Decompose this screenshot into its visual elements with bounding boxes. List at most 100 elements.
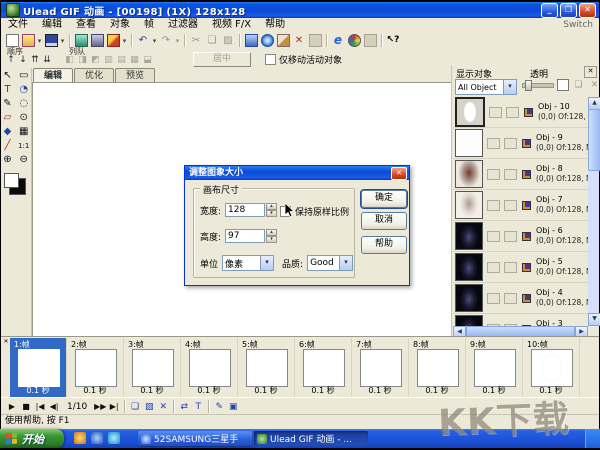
text-tool-icon[interactable]: T — [1, 82, 14, 96]
crop-tool-icon[interactable]: ▦ — [17, 124, 30, 138]
spin-up-icon[interactable]: ▴ — [266, 203, 278, 210]
frame-cell[interactable]: 2:帧 0.1 秒 — [67, 338, 124, 397]
frame-thumbnail[interactable] — [303, 349, 345, 387]
frame-cell[interactable]: 6:帧 0.1 秒 — [295, 338, 352, 397]
object-thumbnail[interactable] — [455, 222, 483, 250]
fill-tool-icon[interactable]: ◆ — [1, 124, 14, 138]
identical-frame-icon[interactable]: ▣ — [226, 402, 240, 412]
frame-thumbnail[interactable] — [531, 349, 573, 387]
dialog-title-bar[interactable]: 调整图象大小 ✕ — [185, 166, 409, 180]
object-thumbnail[interactable] — [455, 160, 483, 188]
actual-size-tool-icon[interactable]: 1:1 — [17, 139, 30, 153]
menu-help[interactable]: 帮助 — [258, 18, 292, 32]
move-down-icon[interactable]: ↓ — [17, 54, 29, 66]
frame-thumbnail[interactable] — [18, 349, 60, 387]
frame-cell[interactable]: 10:帧 0.1 秒 — [523, 338, 580, 397]
menu-view[interactable]: 查看 — [69, 18, 103, 32]
delete-icon[interactable]: ✕ — [292, 34, 306, 47]
tab-optimize[interactable]: 优化 — [74, 68, 115, 82]
object-thumbnail[interactable] — [455, 97, 485, 127]
undo-icon[interactable]: ↶ — [136, 34, 150, 47]
undo-dropdown-icon[interactable]: ▾ — [151, 37, 158, 45]
move-active-only-checkbox[interactable]: 仅移动活动对象 — [265, 53, 342, 66]
object-thumbnail[interactable] — [455, 315, 483, 326]
scrollbar-thumb[interactable] — [588, 109, 600, 171]
move-bottom-icon[interactable]: ⇊ — [41, 54, 53, 66]
quick-launch-icon[interactable] — [108, 432, 120, 444]
align-canvas-icon[interactable]: ⬓ — [141, 54, 154, 66]
brush-tool-icon[interactable]: ✎ — [1, 96, 14, 110]
frame-cell[interactable]: 1:帧 0.1 秒 — [10, 338, 67, 397]
menu-edit[interactable]: 编辑 — [35, 18, 69, 32]
next-frame-icon[interactable]: ▶▶ — [93, 402, 107, 411]
frame-thumbnail[interactable] — [360, 349, 402, 387]
object-row[interactable]: Obj - 4 (0,0) Of:128, N: — [453, 283, 588, 314]
center-button[interactable]: 居中 — [193, 52, 251, 67]
lasso-tool-icon[interactable]: ◌ — [17, 96, 30, 110]
object-thumbnail[interactable] — [455, 284, 483, 312]
spin-down-icon[interactable]: ▾ — [266, 210, 278, 217]
frame-cell[interactable]: 9:帧 0.1 秒 — [466, 338, 523, 397]
quick-launch-icon[interactable] — [74, 432, 86, 444]
tab-preview[interactable]: 预览 — [115, 68, 156, 82]
globe-icon[interactable] — [260, 34, 274, 47]
minimize-button[interactable]: _ — [541, 2, 558, 18]
dialog-close-icon[interactable]: ✕ — [391, 167, 407, 180]
redo-dropdown-icon[interactable]: ▾ — [174, 37, 181, 45]
frame-cell[interactable]: 7:帧 0.1 秒 — [352, 338, 409, 397]
pencil-edit-icon[interactable] — [276, 34, 290, 47]
wizard-dropdown-icon[interactable]: ▾ — [121, 37, 128, 45]
paste-icon[interactable]: ▨ — [221, 34, 235, 47]
menu-filter[interactable]: 过滤器 — [161, 18, 205, 32]
object-filter-select[interactable]: All Object ▾ — [455, 79, 517, 95]
line-tool-icon[interactable]: ╱ — [1, 138, 14, 152]
frame-cell[interactable]: 4:帧 0.1 秒 — [181, 338, 238, 397]
maximize-button[interactable]: ❐ — [560, 2, 577, 18]
marquee-tool-icon[interactable]: ▭ — [17, 68, 30, 82]
object-row[interactable]: Obj - 10 (0,0) Of:128, N: — [453, 97, 588, 128]
taskbar-task-ulead[interactable]: Ulead GIF 动画 - ... — [254, 431, 368, 446]
add-frame-icon[interactable]: ❏ — [128, 402, 142, 412]
strip-close-icon[interactable]: ✕ — [2, 338, 10, 346]
foreground-color-swatch[interactable] — [4, 172, 19, 188]
switch-label[interactable]: Switch — [563, 18, 593, 32]
menu-video-fx[interactable]: 视频 F/X — [205, 18, 258, 32]
wizard-icon[interactable] — [106, 34, 120, 47]
object-row[interactable]: Obj - 3 (0,0) Of:128, N: — [453, 314, 588, 326]
add-text-icon[interactable] — [90, 34, 104, 47]
menu-frame[interactable]: 帧 — [137, 18, 161, 32]
taskbar-task-browser[interactable]: 52SAMSUNG三星手 — [138, 431, 252, 446]
chevron-down-icon[interactable]: ▾ — [339, 256, 353, 270]
draw-frame-icon[interactable]: ✎ — [212, 402, 226, 412]
object-thumbnail[interactable] — [455, 191, 483, 219]
copy-icon[interactable]: ❏ — [205, 34, 219, 47]
frame-thumbnail[interactable] — [189, 349, 231, 387]
time-tool-icon[interactable]: ◔ — [17, 82, 30, 96]
ok-button[interactable]: 确定 — [361, 190, 407, 208]
object-thumbnail[interactable] — [455, 253, 483, 281]
slider-thumb[interactable] — [525, 80, 532, 91]
duplicate-frame-icon[interactable]: ▨ — [142, 402, 156, 412]
frame-thumbnail[interactable] — [246, 349, 288, 387]
menu-file[interactable]: 文件 — [1, 18, 35, 32]
new-object-icon[interactable] — [556, 78, 569, 91]
frame-cell[interactable]: 5:帧 0.1 秒 — [238, 338, 295, 397]
object-row[interactable]: Obj - 6 (0,0) Of:128, N: — [453, 221, 588, 252]
frame-thumbnail[interactable] — [75, 349, 117, 387]
vertical-scrollbar[interactable]: ▲ ▼ — [588, 97, 600, 326]
spin-up-icon[interactable]: ▴ — [266, 229, 278, 236]
quality-select[interactable]: Good ▾ — [307, 255, 354, 271]
align-left-icon[interactable]: ◧ — [63, 54, 76, 66]
frame-properties-icon[interactable] — [244, 34, 258, 47]
object-row[interactable]: Obj - 7 (0,0) Of:128, N: — [453, 190, 588, 221]
play-icon[interactable]: ▶ — [5, 402, 19, 411]
move-up-icon[interactable]: ↑ — [5, 54, 17, 66]
panel-close-icon[interactable]: ✕ — [584, 66, 597, 78]
width-spinner[interactable]: ▴ ▾ — [266, 203, 278, 217]
align-top-icon[interactable]: ▥ — [102, 54, 115, 66]
first-frame-icon[interactable]: |◀ — [33, 402, 47, 411]
open-dropdown-icon[interactable]: ▾ — [36, 37, 43, 45]
close-button[interactable]: ✕ — [579, 2, 596, 18]
title-bar[interactable]: Ulead GIF 动画 - [00198] (1X) 128x128 _ ❐ … — [1, 2, 599, 18]
stop-icon[interactable]: ■ — [19, 402, 33, 411]
